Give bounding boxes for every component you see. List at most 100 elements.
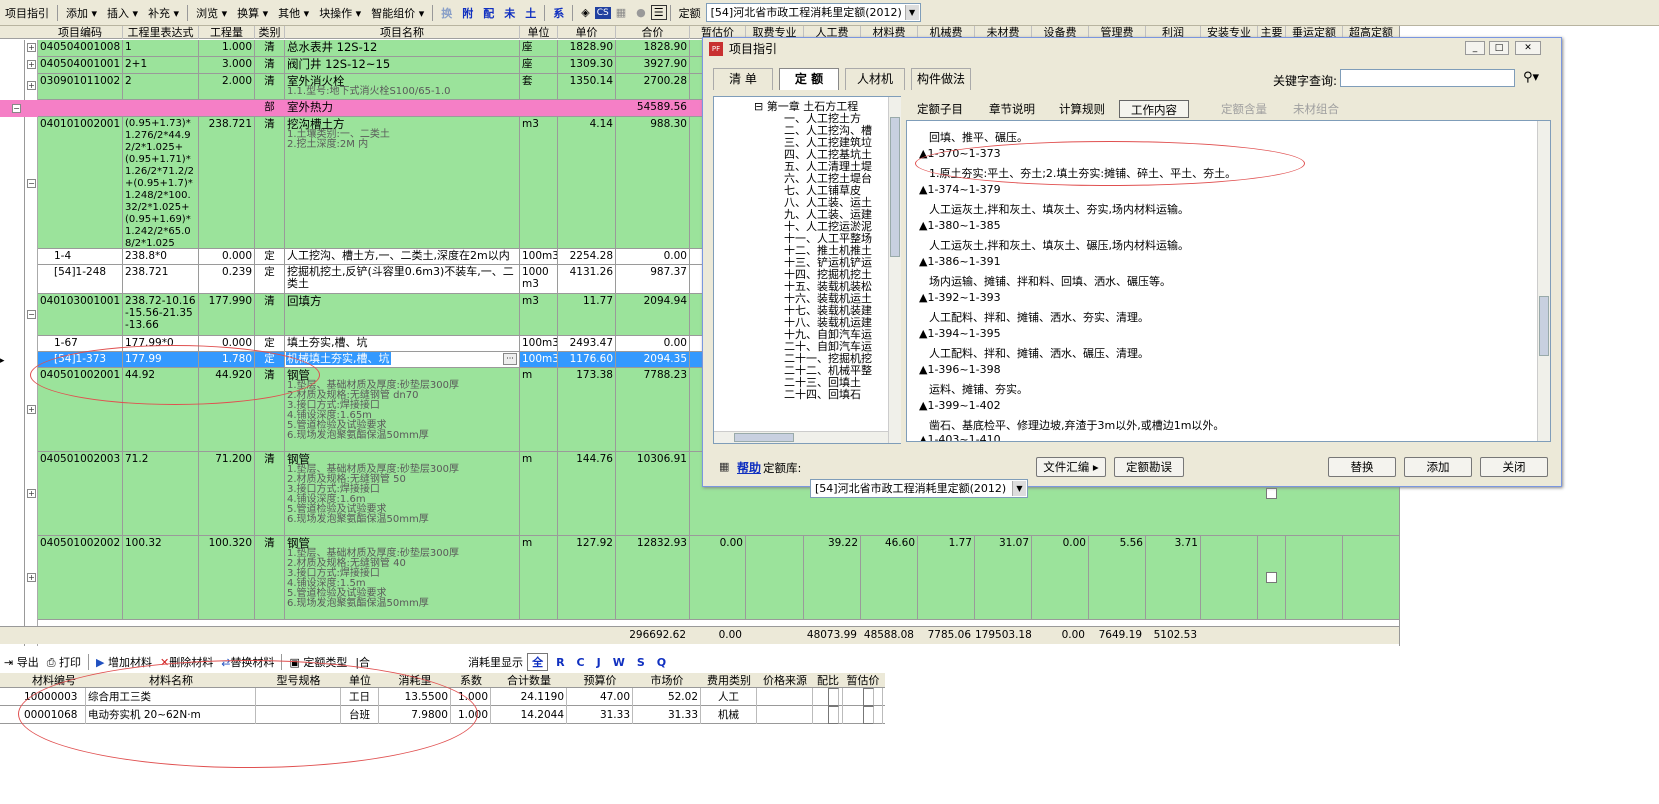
cell-code[interactable]: 040101002001	[38, 117, 123, 248]
toolbar-mini-replace[interactable]: 换	[436, 3, 457, 23]
cell-price[interactable]: 4131.26	[558, 265, 616, 293]
cell-total[interactable]: 2094.35	[616, 352, 690, 367]
col-header-code[interactable]: 项目编码	[38, 26, 123, 39]
cell-name[interactable]: 填土夯实,槽、坑	[285, 336, 520, 351]
cell-qty[interactable]: 2.000	[199, 74, 255, 99]
table-row[interactable]: 040501002002 100.32 100.320 清 钢管 1.垫层、基础材…	[38, 536, 1399, 620]
cell-labor[interactable]: 39.22	[804, 536, 861, 619]
cell-qty[interactable]: 0.239	[199, 265, 255, 293]
scroll-thumb[interactable]	[890, 117, 900, 257]
toolbar-mini-system[interactable]: 系	[548, 3, 569, 23]
expand-icon[interactable]: +	[27, 405, 36, 414]
cell-code[interactable]: 040103001001	[38, 294, 123, 335]
cell-expr[interactable]	[123, 100, 199, 116]
cell-type[interactable]: 清	[255, 117, 285, 248]
palette-icon[interactable]: ◈	[576, 4, 594, 21]
cell-material[interactable]: 46.60	[861, 536, 918, 619]
cell-price[interactable]: 1176.60	[558, 352, 616, 367]
file-compile-button[interactable]: 文件汇编 ▸	[1036, 457, 1106, 477]
cell-main-flag[interactable]	[1258, 536, 1286, 619]
subtab-items[interactable]: 定额子目	[911, 100, 969, 118]
close-button[interactable]: 关闭	[1480, 457, 1548, 477]
cell-code[interactable]	[38, 100, 123, 116]
mcell-category[interactable]: 机械	[701, 706, 757, 724]
cell-qty[interactable]	[199, 100, 255, 116]
expand-icon[interactable]: +	[27, 43, 36, 52]
cell-qty[interactable]: 238.721	[199, 117, 255, 248]
cell-total[interactable]: 0.00	[616, 249, 690, 264]
collapse-icon[interactable]: −	[27, 179, 36, 188]
toolbar-item-convert[interactable]: 换算 ▾	[232, 3, 273, 23]
grid-view-icon[interactable]: ▦	[719, 460, 729, 473]
cell-unit[interactable]: m	[520, 536, 558, 619]
cell-total[interactable]: 2700.28	[616, 74, 690, 99]
estimate-checkbox[interactable]	[862, 706, 874, 724]
filter-j[interactable]: J	[593, 656, 605, 669]
cell-type[interactable]: 定	[255, 265, 285, 293]
cell-name-editor[interactable]: 机械填土夯实,槽、坑 ···	[285, 352, 520, 367]
toolbar-mini-unmat[interactable]: 未	[499, 3, 520, 23]
cell-expr[interactable]: 100.32	[123, 536, 199, 619]
cell-price[interactable]: 127.92	[558, 536, 616, 619]
filter-w[interactable]: W	[609, 656, 629, 669]
cell-equip[interactable]: 0.00	[1032, 536, 1089, 619]
cell-name[interactable]: 回填方	[285, 294, 520, 335]
cell-profit[interactable]: 3.71	[1146, 536, 1201, 619]
cell-type[interactable]: 清	[255, 536, 285, 619]
cell-qty[interactable]: 100.320	[199, 536, 255, 619]
subtab-work-content[interactable]: 工作内容	[1119, 100, 1189, 118]
expand-icon[interactable]: +	[27, 573, 36, 582]
cell-total[interactable]: 10306.91	[616, 452, 690, 535]
cell-unit[interactable]: m3	[520, 294, 558, 335]
export-button[interactable]: ⇥ 导出	[0, 654, 43, 670]
tab-resources[interactable]: 人材机	[845, 68, 905, 90]
filter-c[interactable]: C	[573, 656, 589, 669]
binoculars-icon[interactable]: ⚲▾	[1523, 70, 1539, 85]
cell-expr[interactable]: 238.8*0	[123, 249, 199, 264]
add-button[interactable]: 添加	[1404, 457, 1472, 477]
toolbar-item-browse[interactable]: 浏览 ▾	[191, 3, 232, 23]
mcell-source[interactable]	[757, 688, 813, 706]
toolbar-mini-soil[interactable]: 土	[520, 3, 541, 23]
cell-name[interactable]: 室外消火栓 1.1.型号:地下式消火栓S100/65-1.0	[285, 74, 520, 99]
cell-fee[interactable]	[746, 536, 804, 619]
cell-type[interactable]: 定	[255, 249, 285, 264]
tab-quota[interactable]: 定 额	[779, 68, 839, 90]
cell-unit[interactable]: 100m3	[520, 336, 558, 351]
help-link[interactable]: 帮助	[737, 459, 761, 476]
collapse-icon[interactable]: −	[27, 310, 36, 319]
cell-unit[interactable]: 1000m3	[520, 265, 558, 293]
cell-price[interactable]: 1350.14	[558, 74, 616, 99]
cell-name[interactable]: 钢管 1.垫层、基础材质及厚度:砂垫层300厚 2.材质及规格:无缝钢管 50 3…	[285, 452, 520, 535]
cell-type[interactable]: 定	[255, 336, 285, 351]
cell-price[interactable]: 1828.90	[558, 40, 616, 56]
quota-select[interactable]: [54]河北省市政工程消耗里定额(2012) ▼	[705, 3, 921, 22]
cell-name[interactable]: 挖沟槽土方 1.土壤类别:一、二类土 2.挖土深度:2M 内	[285, 117, 520, 248]
dialog-titlebar[interactable]: PF 项目指引 _ □ ✕	[703, 38, 1561, 60]
toolbar-item-insert[interactable]: 插入 ▾	[102, 3, 143, 23]
main-checkbox[interactable]	[1266, 572, 1277, 583]
scroll-thumb[interactable]	[734, 433, 794, 442]
toolbar-mini-config[interactable]: 配	[478, 3, 499, 23]
search-input[interactable]	[1340, 69, 1515, 87]
mcol-estimate[interactable]: 暂估价	[843, 673, 883, 688]
mcell-sum[interactable]: 24.1190	[491, 688, 567, 706]
cell-price[interactable]: 2254.28	[558, 249, 616, 264]
cell-total[interactable]: 2094.94	[616, 294, 690, 335]
col-header-name[interactable]: 项目名称	[285, 26, 520, 39]
filter-all[interactable]: 全	[527, 653, 549, 671]
tree-vscrollbar[interactable]	[888, 97, 901, 443]
cell-total[interactable]: 7788.23	[616, 368, 690, 451]
cell-code[interactable]: [54]1-248	[38, 265, 123, 293]
minimize-icon[interactable]: _	[1465, 41, 1485, 55]
mcol-market[interactable]: 市场价	[633, 673, 701, 688]
cell-unit[interactable]: m3	[520, 117, 558, 248]
collapse-icon[interactable]: −	[12, 104, 21, 113]
mcol-ratio[interactable]: 配比	[813, 673, 843, 688]
subtab-quota-content[interactable]: 定额含量	[1213, 100, 1275, 118]
cell-total[interactable]: 987.37	[616, 265, 690, 293]
toolbar-mini-attach[interactable]: 附	[457, 3, 478, 23]
col-header-total[interactable]: 合价	[616, 26, 690, 39]
print-button[interactable]: ⎙ 打印	[43, 654, 85, 670]
cell-unit[interactable]: 套	[520, 74, 558, 99]
